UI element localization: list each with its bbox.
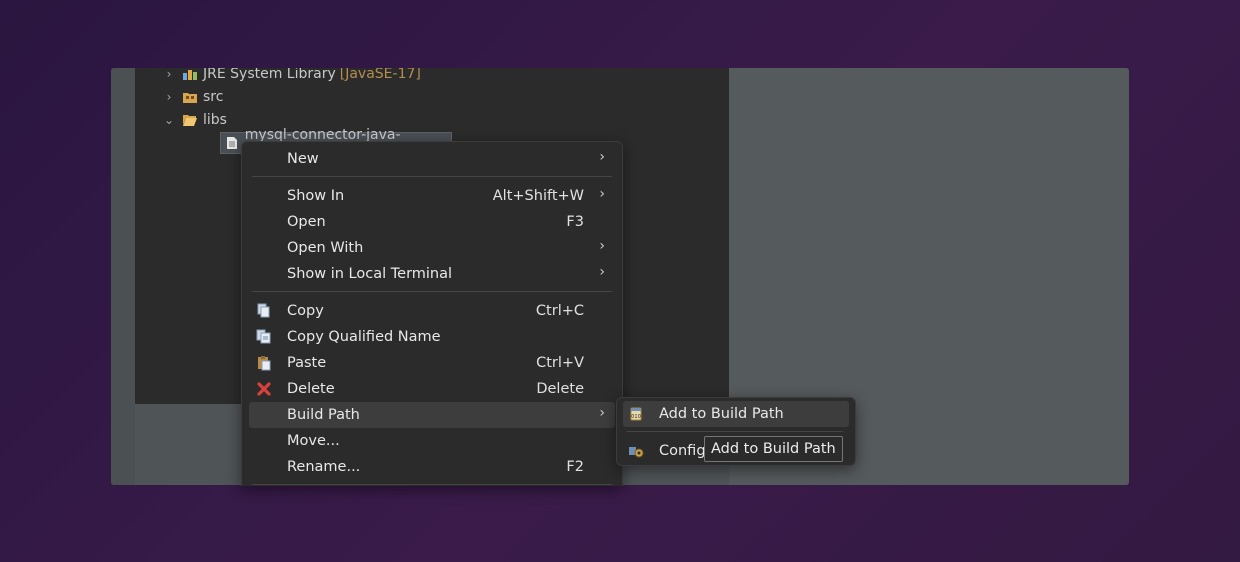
folder-open-icon <box>182 113 198 127</box>
menu-item-show-in[interactable]: Show In Alt+Shift+W › <box>249 183 615 209</box>
menu-item-label: Show in Local Terminal <box>287 266 453 282</box>
tree-item-jre[interactable]: › JRE System Library [JavaSE-17] <box>162 68 421 85</box>
jar-icon: 010 <box>628 406 644 422</box>
menu-item-label: New <box>287 151 319 167</box>
menu-item-label: Show In <box>287 188 345 204</box>
menu-item-label: Open <box>287 214 326 230</box>
copy-icon <box>256 303 272 319</box>
menu-separator <box>252 176 612 177</box>
context-menu: New › Show In Alt+Shift+W › Open F3 Open… <box>241 141 623 486</box>
file-icon <box>225 136 240 150</box>
tree-item-libs[interactable]: ⌄ libs <box>162 109 227 131</box>
chevron-right-icon: › <box>599 405 605 421</box>
menu-item-copy-qualified-name[interactable]: Copy Qualified Name <box>249 324 615 350</box>
submenu-item-label: Add to Build Path <box>659 406 784 422</box>
menu-separator <box>252 484 612 485</box>
src-label: src <box>203 89 224 105</box>
chevron-down-icon[interactable]: ⌄ <box>162 113 176 127</box>
libs-label: libs <box>203 112 227 128</box>
menu-item-build-path[interactable]: Build Path › <box>249 402 615 428</box>
shortcut-label: Ctrl+C <box>535 303 584 319</box>
menu-separator <box>627 431 843 432</box>
chevron-right-icon: › <box>599 238 605 254</box>
chevron-right-icon: › <box>599 186 605 202</box>
menu-item-open-with[interactable]: Open With › <box>249 235 615 261</box>
menu-item-label: Copy Qualified Name <box>287 329 441 345</box>
menu-separator <box>252 291 612 292</box>
tooltip: Add to Build Path <box>704 436 843 462</box>
library-icon <box>182 68 198 81</box>
copy-qualified-name-icon <box>256 329 272 345</box>
svg-text:010: 010 <box>631 414 641 420</box>
menu-item-label: Paste <box>287 355 327 371</box>
shortcut-label: Alt+Shift+W <box>492 188 584 204</box>
shortcut-label: F2 <box>566 459 584 475</box>
menu-item-rename[interactable]: Rename... F2 <box>249 454 615 480</box>
menu-item-label: Copy <box>287 303 324 319</box>
delete-icon <box>256 381 272 397</box>
tree-item-src[interactable]: › src <box>162 86 224 108</box>
shortcut-label: F3 <box>566 214 584 230</box>
menu-item-label: Open With <box>287 240 364 256</box>
menu-item-paste[interactable]: Paste Ctrl+V <box>249 350 615 376</box>
paste-icon <box>256 355 272 371</box>
menu-item-copy[interactable]: Copy Ctrl+C <box>249 298 615 324</box>
shortcut-label: Delete <box>536 381 584 397</box>
source-folder-icon <box>182 90 198 104</box>
menu-item-label: Move... <box>287 433 340 449</box>
chevron-right-icon[interactable]: › <box>162 68 176 81</box>
menu-item-new[interactable]: New › <box>249 146 615 172</box>
chevron-right-icon: › <box>599 149 605 165</box>
menu-item-label: Delete <box>287 381 335 397</box>
configure-icon <box>628 443 644 459</box>
submenu-item-add-to-build-path[interactable]: 010 Add to Build Path <box>623 401 849 427</box>
shortcut-label: Ctrl+V <box>536 355 584 371</box>
menu-item-move[interactable]: Move... <box>249 428 615 454</box>
menu-item-label: Rename... <box>287 459 361 475</box>
menu-item-open[interactable]: Open F3 <box>249 209 615 235</box>
left-toolbar-strip <box>111 68 135 485</box>
menu-item-delete[interactable]: Delete Delete <box>249 376 615 402</box>
jre-version-label: [JavaSE-17] <box>339 68 421 82</box>
jre-label: JRE System Library <box>203 68 336 82</box>
chevron-right-icon[interactable]: › <box>162 90 176 104</box>
menu-item-show-in-local-terminal[interactable]: Show in Local Terminal › <box>249 261 615 287</box>
chevron-right-icon: › <box>599 264 605 280</box>
menu-item-label: Build Path <box>287 407 360 423</box>
